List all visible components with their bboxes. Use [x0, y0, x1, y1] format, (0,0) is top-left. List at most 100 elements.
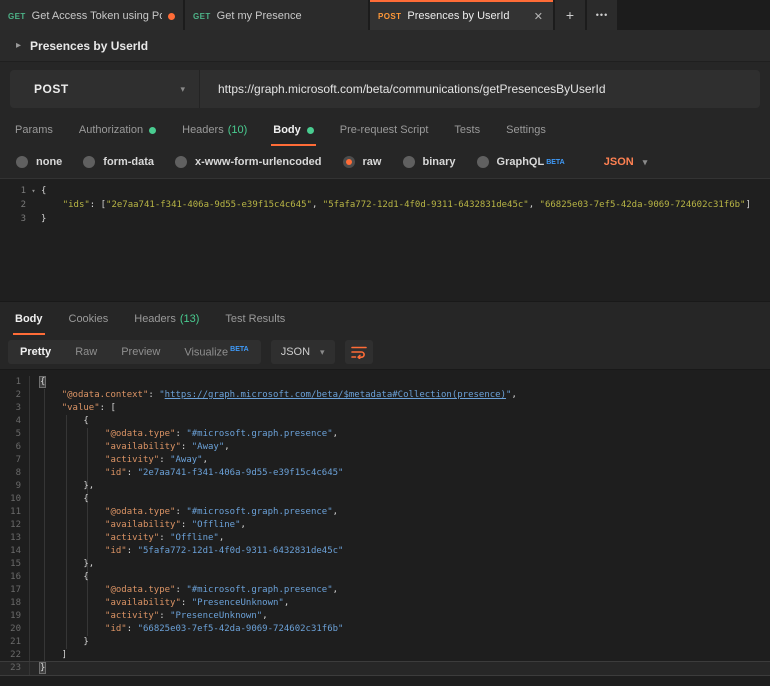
- line-number: 17: [0, 584, 30, 597]
- response-tab-test-results[interactable]: Test Results: [215, 302, 295, 335]
- response-language-select[interactable]: JSON ▾: [271, 340, 335, 364]
- line-number: 11: [0, 506, 30, 519]
- chevron-down-icon: ▾: [320, 347, 325, 358]
- code-text: ]: [30, 649, 67, 662]
- tab-settings[interactable]: Settings: [496, 114, 556, 146]
- line-number: 18: [0, 597, 30, 610]
- line-number: 2: [0, 198, 26, 212]
- tab-headers[interactable]: Headers(10): [172, 114, 257, 146]
- code-text: }: [30, 636, 89, 649]
- body-mode-raw[interactable]: raw: [343, 156, 382, 168]
- code-text: "availability": "PresenceUnknown",: [30, 597, 289, 610]
- code-text: "@odata.context": "https://graph.microso…: [30, 389, 517, 402]
- page-title: Presences by UserId: [30, 39, 148, 53]
- code-line: 23}: [0, 662, 770, 675]
- response-body-editor[interactable]: 1{2 "@odata.context": "https://graph.mic…: [0, 369, 770, 686]
- line-number: 22: [0, 649, 30, 662]
- wrap-text-icon: [351, 345, 367, 359]
- view-visualize[interactable]: VisualizeBETA: [172, 346, 260, 359]
- fold-spacer: [26, 198, 41, 212]
- green-status-dot: [307, 127, 314, 134]
- code-text: {: [30, 415, 89, 428]
- line-number: 14: [0, 545, 30, 558]
- radio-icon[interactable]: [477, 156, 489, 168]
- tab-params[interactable]: Params: [5, 114, 63, 146]
- response-view-group: Pretty Raw Preview VisualizeBETA: [8, 340, 261, 364]
- request-body-editor[interactable]: 1▾{2 "ids": ["2e7aa741-f341-406a-9d55-e3…: [0, 178, 770, 301]
- line-number: 5: [0, 428, 30, 441]
- code-text: "activity": "Offline",: [30, 532, 224, 545]
- radio-icon[interactable]: [403, 156, 415, 168]
- code-line: 10 {: [0, 493, 770, 506]
- code-text: "ids": ["2e7aa741-f341-406a-9d55-e39f15c…: [41, 198, 751, 212]
- request-tab-get-access-token[interactable]: GET Get Access Token using Postma...: [0, 0, 183, 30]
- code-text: "activity": "PresenceUnknown",: [30, 610, 268, 623]
- code-text: {: [30, 376, 45, 389]
- code-line: 7 "activity": "Away",: [0, 454, 770, 467]
- radio-icon[interactable]: [83, 156, 95, 168]
- code-line: 15 },: [0, 558, 770, 571]
- body-mode-x-www-form-urlencoded[interactable]: x-www-form-urlencoded: [175, 156, 322, 168]
- line-number: 9: [0, 480, 30, 493]
- line-number: 12: [0, 519, 30, 532]
- new-tab-button[interactable]: +: [555, 0, 585, 30]
- body-mode-form-data[interactable]: form-data: [83, 156, 154, 168]
- view-raw[interactable]: Raw: [63, 346, 109, 358]
- method-select-value: POST: [34, 82, 69, 96]
- code-text: },: [30, 480, 94, 493]
- body-mode-graphql[interactable]: GraphQL BETA: [477, 156, 565, 168]
- code-line: 3}: [0, 212, 770, 226]
- response-tab-cookies[interactable]: Cookies: [59, 302, 119, 335]
- response-headers-count: (13): [180, 313, 200, 325]
- code-text: "@odata.type": "#microsoft.graph.presenc…: [30, 428, 338, 441]
- code-text: {: [30, 493, 89, 506]
- code-line: 8 "id": "2e7aa741-f341-406a-9d55-e39f15c…: [0, 467, 770, 480]
- code-line: 6 "availability": "Away",: [0, 441, 770, 454]
- tab-pre-request-script[interactable]: Pre-request Script: [330, 114, 439, 146]
- wrap-text-button[interactable]: [345, 340, 373, 364]
- tab-body[interactable]: Body: [263, 114, 324, 146]
- tab-title: Get my Presence: [217, 10, 302, 22]
- tab-tests[interactable]: Tests: [444, 114, 490, 146]
- line-number: 3: [0, 402, 30, 415]
- radio-selected-icon[interactable]: [343, 156, 355, 168]
- body-mode-binary[interactable]: binary: [403, 156, 456, 168]
- code-text: "id": "5fafa772-12d1-4f0d-9311-6432831de…: [30, 545, 343, 558]
- close-tab-icon[interactable]: ✕: [532, 10, 545, 23]
- expand-caret-icon[interactable]: ▸: [16, 40, 21, 51]
- tab-authorization[interactable]: Authorization: [69, 114, 166, 146]
- request-tab-get-my-presence[interactable]: GET Get my Presence: [185, 0, 368, 30]
- code-line: 9 },: [0, 480, 770, 493]
- code-text: "value": [: [30, 402, 116, 415]
- code-text: "activity": "Away",: [30, 454, 208, 467]
- headers-count: (10): [228, 124, 248, 136]
- code-text: },: [30, 558, 94, 571]
- line-number: 4: [0, 415, 30, 428]
- method-badge-post: POST: [378, 12, 401, 21]
- fold-caret-icon[interactable]: ▾: [26, 184, 41, 198]
- code-line: 3 "value": [: [0, 402, 770, 415]
- body-language-select[interactable]: JSON ▾: [604, 156, 648, 168]
- radio-icon[interactable]: [16, 156, 28, 168]
- url-input[interactable]: https://graph.microsoft.com/beta/communi…: [200, 70, 760, 108]
- line-number: 8: [0, 467, 30, 480]
- breadcrumb: ▸ Presences by UserId: [0, 30, 770, 62]
- radio-icon[interactable]: [175, 156, 187, 168]
- response-tab-body[interactable]: Body: [5, 302, 53, 335]
- view-pretty[interactable]: Pretty: [8, 346, 63, 358]
- line-number: 6: [0, 441, 30, 454]
- body-mode-row: none form-data x-www-form-urlencoded raw…: [0, 146, 770, 178]
- tab-bar: GET Get Access Token using Postma... GET…: [0, 0, 770, 30]
- method-badge-get: GET: [193, 12, 211, 21]
- code-text: }: [41, 212, 46, 226]
- method-select[interactable]: POST ▾: [10, 70, 200, 108]
- tab-options-button[interactable]: •••: [587, 0, 617, 30]
- line-number: 7: [0, 454, 30, 467]
- body-mode-none[interactable]: none: [16, 156, 62, 168]
- response-tab-headers[interactable]: Headers(13): [124, 302, 209, 335]
- request-tab-presences-by-userid[interactable]: POST Presences by UserId ✕: [370, 0, 553, 30]
- chevron-down-icon: ▾: [643, 157, 648, 168]
- view-preview[interactable]: Preview: [109, 346, 172, 358]
- line-number: 20: [0, 623, 30, 636]
- code-line: 20 "id": "66825e03-7ef5-42da-9069-724602…: [0, 623, 770, 636]
